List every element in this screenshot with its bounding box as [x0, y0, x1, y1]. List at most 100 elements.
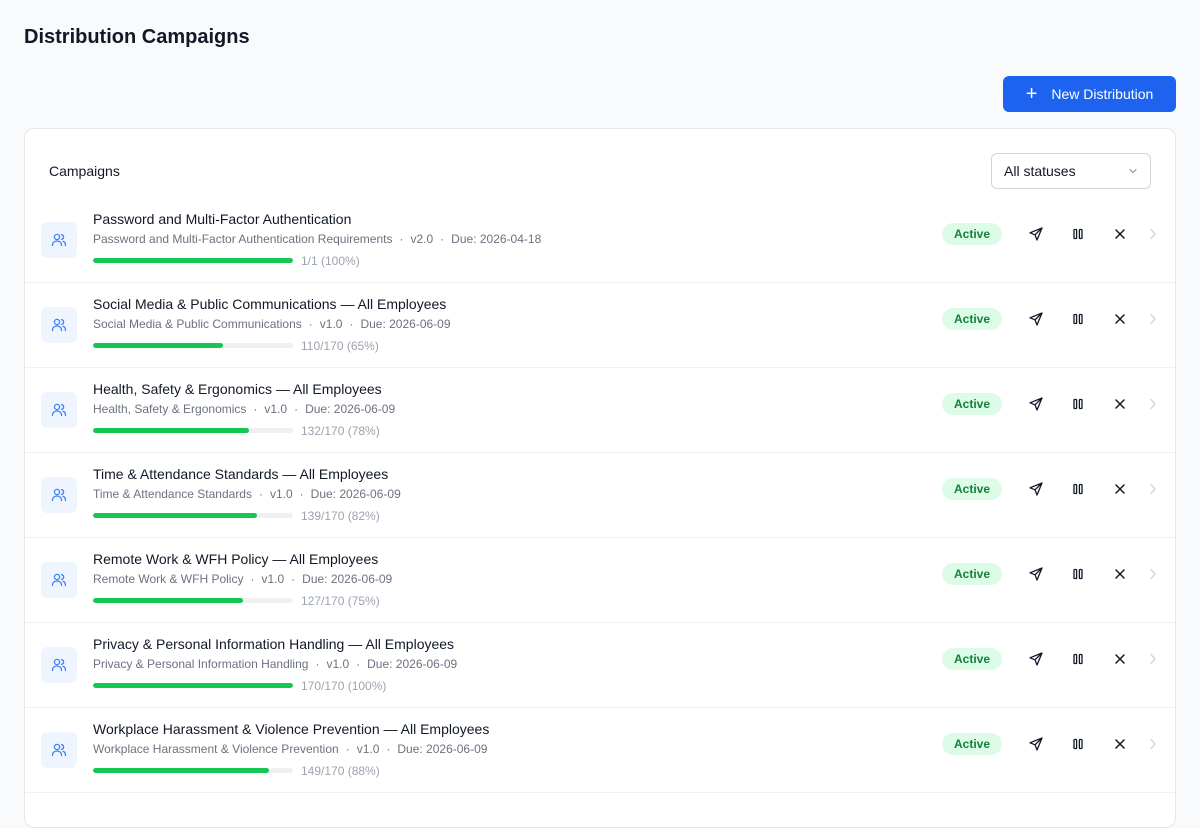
open-campaign-button[interactable]	[1143, 479, 1163, 499]
progress-fill	[93, 258, 293, 263]
pause-button[interactable]	[1068, 309, 1088, 329]
campaign-row[interactable]: Workplace Harassment & Violence Preventi…	[25, 708, 1175, 793]
campaign-row[interactable]: Health, Safety & Ergonomics — All Employ…	[25, 368, 1175, 453]
open-campaign-button[interactable]	[1143, 309, 1163, 329]
campaign-policy: Time & Attendance Standards	[93, 487, 252, 501]
campaign-list: Password and Multi-Factor Authentication…	[25, 198, 1175, 793]
campaign-title: Social Media & Public Communications — A…	[93, 296, 447, 312]
send-icon	[1029, 567, 1043, 581]
close-icon	[1115, 654, 1125, 664]
close-icon	[1115, 314, 1125, 324]
progress-bar	[93, 768, 293, 773]
pause-icon	[1073, 738, 1083, 750]
open-campaign-button[interactable]	[1143, 649, 1163, 669]
cancel-button[interactable]	[1110, 734, 1130, 754]
pause-button[interactable]	[1068, 564, 1088, 584]
pause-button[interactable]	[1068, 224, 1088, 244]
campaign-title: Health, Safety & Ergonomics — All Employ…	[93, 381, 382, 397]
page-title: Distribution Campaigns	[24, 26, 250, 48]
pause-button[interactable]	[1068, 479, 1088, 499]
campaign-meta: Social Media & Public Communications · v1.…	[93, 317, 451, 331]
status-badge: Active	[942, 393, 1002, 415]
campaign-title: Remote Work & WFH Policy — All Employees	[93, 551, 379, 567]
pause-icon	[1073, 398, 1083, 410]
campaign-row[interactable]: Remote Work & WFH Policy — All Employees…	[25, 538, 1175, 623]
cancel-button[interactable]	[1110, 479, 1130, 499]
progress-text: 1/1 (100%)	[301, 254, 360, 268]
campaign-meta: Health, Safety & Ergonomics · v1.0 · Due: 20…	[93, 402, 396, 416]
campaign-title: Time & Attendance Standards — All Employ…	[93, 466, 389, 482]
send-reminder-button[interactable]	[1026, 649, 1046, 669]
send-icon	[1029, 397, 1043, 411]
cancel-button[interactable]	[1110, 564, 1130, 584]
campaign-version: v1.0	[319, 317, 343, 331]
progress-fill	[93, 768, 269, 773]
open-campaign-button[interactable]	[1143, 224, 1163, 244]
progress-text: 110/170 (65%)	[301, 339, 379, 353]
close-icon	[1115, 399, 1125, 409]
send-icon	[1029, 312, 1043, 326]
send-reminder-button[interactable]	[1026, 309, 1046, 329]
campaign-policy: Remote Work & WFH Policy	[93, 572, 244, 586]
pause-icon	[1073, 483, 1083, 495]
pause-button[interactable]	[1068, 649, 1088, 669]
campaign-meta: Remote Work & WFH Policy · v1.0 · Due: 2026-…	[93, 572, 393, 586]
campaign-row[interactable]: Social Media & Public Communications — A…	[25, 283, 1175, 368]
chevron-right-icon	[1150, 398, 1156, 410]
campaign-due: Due: 2026-06-09	[360, 317, 451, 331]
open-campaign-button[interactable]	[1143, 394, 1163, 414]
campaign-version: v2.0	[410, 232, 434, 246]
campaign-row[interactable]: Time & Attendance Standards — All Employ…	[25, 453, 1175, 538]
campaign-due: Due: 2026-06-09	[397, 742, 488, 756]
campaign-due: Due: 2026-06-09	[367, 657, 458, 671]
close-icon	[1115, 484, 1125, 494]
send-reminder-button[interactable]	[1026, 564, 1046, 584]
chevron-right-icon	[1150, 313, 1156, 325]
progress-bar	[93, 598, 293, 603]
close-icon	[1115, 569, 1125, 579]
send-reminder-button[interactable]	[1026, 394, 1046, 414]
chevron-right-icon	[1150, 483, 1156, 495]
pause-icon	[1073, 228, 1083, 240]
send-icon	[1029, 482, 1043, 496]
cancel-button[interactable]	[1110, 224, 1130, 244]
pause-button[interactable]	[1068, 734, 1088, 754]
campaigns-title: Campaigns	[49, 163, 120, 179]
campaign-policy: Health, Safety & Ergonomics	[93, 402, 247, 416]
campaign-version: v1.0	[269, 487, 293, 501]
status-badge: Active	[942, 223, 1002, 245]
cancel-button[interactable]	[1110, 649, 1130, 669]
progress-bar	[93, 343, 293, 348]
campaign-version: v1.0	[264, 402, 288, 416]
chevron-down-icon	[1129, 168, 1137, 174]
status-filter-select[interactable]: All statuses	[991, 153, 1151, 189]
status-badge: Active	[942, 478, 1002, 500]
send-reminder-button[interactable]	[1026, 479, 1046, 499]
progress-text: 170/170 (100%)	[301, 679, 387, 693]
progress-bar	[93, 683, 293, 688]
campaign-row[interactable]: Privacy & Personal Information Handling …	[25, 623, 1175, 708]
users-icon	[41, 562, 77, 598]
open-campaign-button[interactable]	[1143, 564, 1163, 584]
campaign-row[interactable]: Password and Multi-Factor Authentication…	[25, 198, 1175, 283]
users-icon	[41, 307, 77, 343]
progress-fill	[93, 513, 257, 518]
send-reminder-button[interactable]	[1026, 734, 1046, 754]
users-icon	[41, 732, 77, 768]
pause-icon	[1073, 653, 1083, 665]
chevron-right-icon	[1150, 568, 1156, 580]
plus-icon: +	[1025, 83, 1038, 105]
campaign-policy: Social Media & Public Communications	[93, 317, 302, 331]
users-icon	[41, 222, 77, 258]
campaign-meta: Privacy & Personal Information Handling ·…	[93, 657, 458, 671]
campaign-due: Due: 2026-06-09	[305, 402, 396, 416]
campaign-due: Due: 2026-06-09	[302, 572, 393, 586]
progress-text: 127/170 (75%)	[301, 594, 380, 608]
pause-button[interactable]	[1068, 394, 1088, 414]
cancel-button[interactable]	[1110, 394, 1130, 414]
open-campaign-button[interactable]	[1143, 734, 1163, 754]
send-reminder-button[interactable]	[1026, 224, 1046, 244]
new-distribution-button[interactable]: + New Distribution	[1003, 76, 1176, 112]
progress-fill	[93, 343, 223, 348]
cancel-button[interactable]	[1110, 309, 1130, 329]
